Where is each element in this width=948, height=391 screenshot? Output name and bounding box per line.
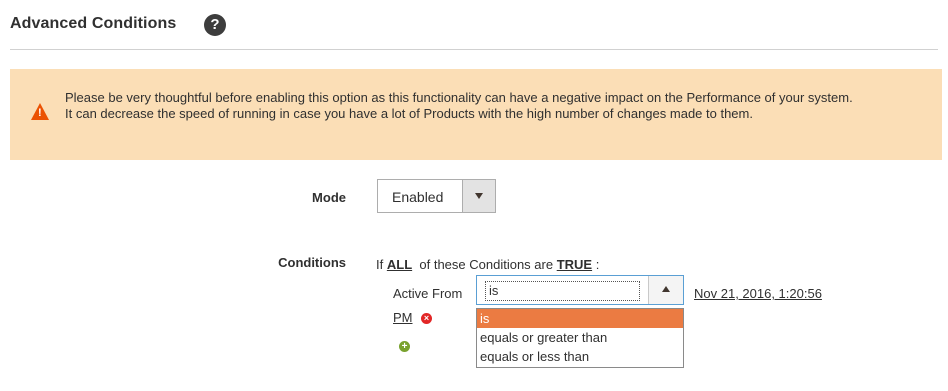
mode-dropdown-toggle[interactable] [462, 180, 495, 212]
rule-attribute: Active From [393, 286, 463, 301]
notice-line-1: Please be very thoughtful before enablin… [65, 90, 853, 105]
date-value-link[interactable]: Nov 21, 2016, 1:20:56 [694, 286, 822, 301]
date-value-link-cont[interactable]: PM [393, 310, 413, 325]
conditions-middle: of these Conditions are [419, 257, 554, 272]
remove-condition-icon[interactable]: × [421, 313, 432, 324]
mode-value: Enabled [392, 189, 444, 205]
chevron-up-icon [662, 286, 670, 292]
conditions-statement: If ALL of these Conditions are TRUE : [376, 257, 599, 272]
warning-notice: ! Please be very thoughtful before enabl… [10, 69, 942, 160]
operator-dropdown-toggle[interactable] [648, 276, 683, 304]
section-header: Advanced Conditions ? [10, 14, 938, 50]
notice-line-2: It can decrease the speed of running in … [65, 106, 753, 121]
warning-icon-mark: ! [38, 107, 42, 119]
section-title: Advanced Conditions [10, 15, 177, 32]
operator-option[interactable]: equals or greater than [477, 328, 683, 347]
operator-value: is [485, 281, 640, 301]
mode-select[interactable]: Enabled [377, 179, 496, 213]
operator-option[interactable]: is [477, 309, 683, 328]
mode-label: Mode [312, 190, 346, 205]
operator-dropdown-list: is equals or greater than equals or less… [476, 308, 684, 368]
chevron-down-icon [475, 193, 483, 199]
conditions-label: Conditions [278, 255, 346, 270]
conditions-suffix: : [595, 257, 600, 272]
conditions-prefix: If [376, 257, 384, 272]
operator-option[interactable]: equals or less than [477, 347, 683, 366]
notice-message: Please be very thoughtful before enablin… [65, 90, 925, 122]
value-link[interactable]: TRUE [557, 257, 592, 272]
add-condition-icon[interactable]: + [399, 341, 410, 352]
operator-select[interactable]: is [476, 275, 684, 305]
help-icon[interactable]: ? [204, 14, 226, 36]
aggregator-link[interactable]: ALL [387, 257, 412, 272]
